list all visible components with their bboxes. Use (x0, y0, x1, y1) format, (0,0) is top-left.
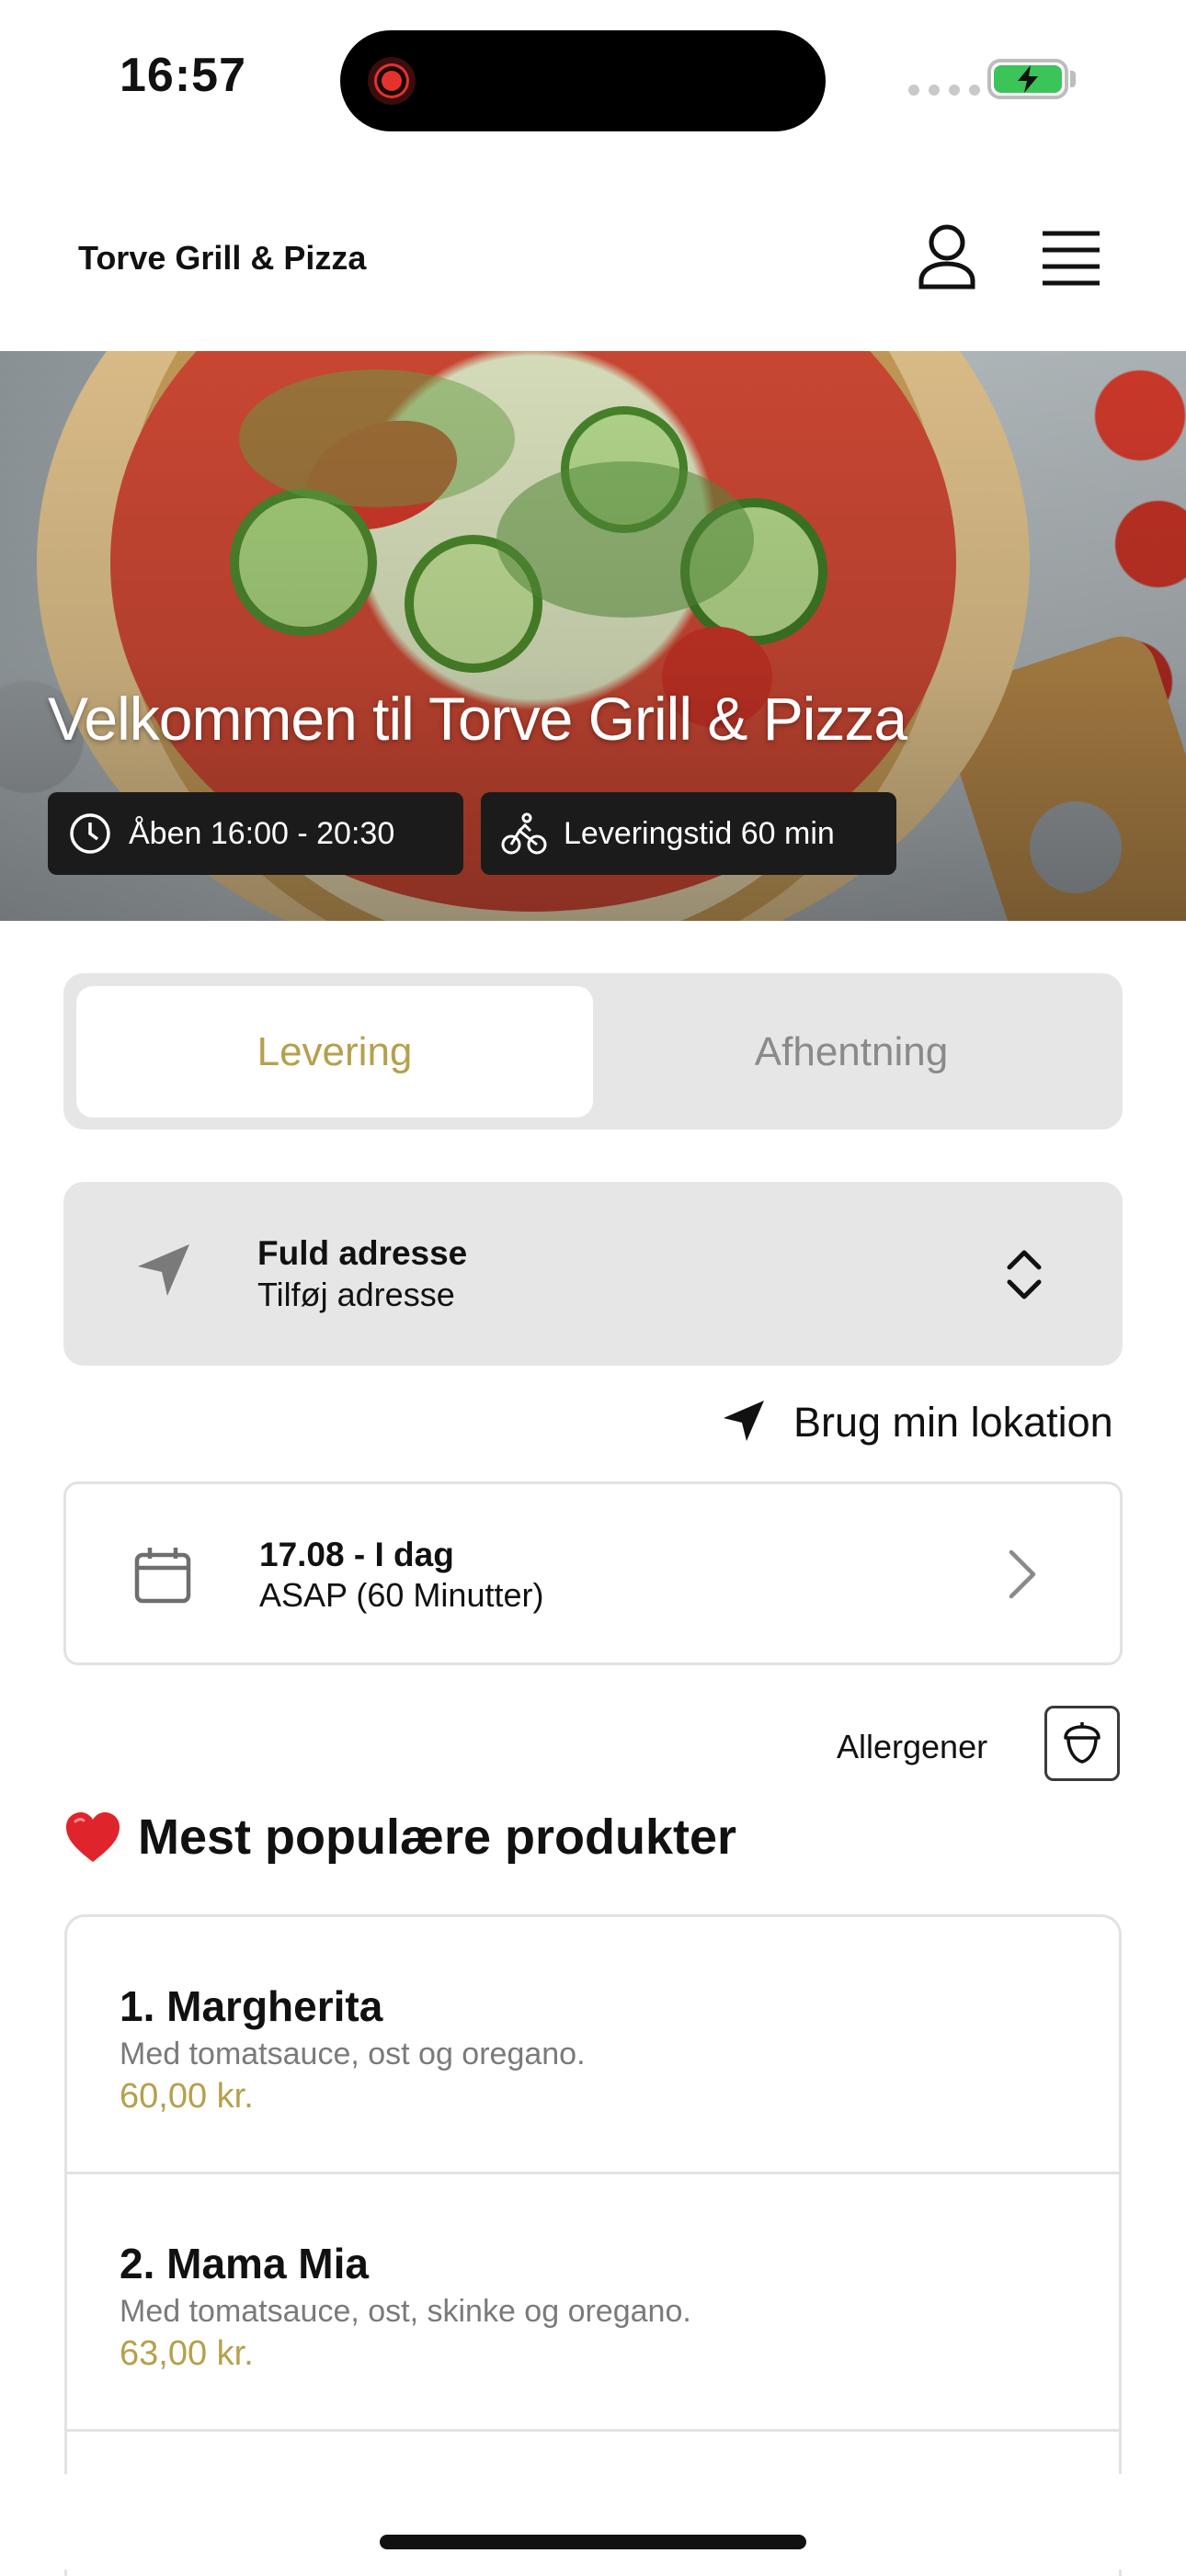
product-name: 2. Mama Mia (120, 2240, 369, 2287)
status-time: 16:57 (120, 49, 246, 102)
product-price: 60,00 kr. (120, 2077, 254, 2116)
product-description: Med tomatsauce, ost, skinke og oregano. (120, 2294, 691, 2329)
allergens-button[interactable] (1044, 1706, 1120, 1781)
allergens-label[interactable]: Allergener (837, 1728, 987, 1766)
heart-icon (66, 1812, 120, 1862)
opening-hours-chip: Åben 16:00 - 20:30 (48, 792, 463, 875)
hero-banner: Velkommen til Torve Grill & Pizza Åben 1… (0, 351, 1186, 921)
brand-title[interactable]: Torve Grill & Pizza (78, 239, 366, 278)
home-indicator[interactable] (380, 2535, 806, 2549)
menu-icon[interactable] (1041, 230, 1101, 287)
bottom-safe-area (0, 2474, 1186, 2570)
schedule-time: ASAP (60 Minutter) (259, 1576, 544, 1614)
battery-nub (1070, 71, 1076, 87)
user-icon[interactable] (910, 221, 984, 294)
address-subtitle: Tilføj adresse (257, 1276, 455, 1313)
signal-icon (908, 85, 980, 96)
welcome-title: Velkommen til Torve Grill & Pizza (48, 685, 907, 753)
tab-pickup[interactable]: Afhentning (593, 986, 1110, 1118)
opening-hours-text: Åben 16:00 - 20:30 (129, 815, 395, 851)
clock-icon (70, 813, 110, 854)
popular-products-heading: Mest populære produkter (64, 1809, 736, 1866)
delivery-time-chip: Leveringstid 60 min (481, 792, 896, 875)
address-title: Fuld adresse (257, 1234, 468, 1272)
delivery-time-text: Leveringstid 60 min (564, 815, 835, 851)
use-my-location-link[interactable]: Brug min lokation (793, 1399, 1113, 1447)
product-price: 63,00 kr. (120, 2334, 254, 2373)
calendar-icon (133, 1546, 192, 1605)
chevron-updown-icon (1002, 1245, 1046, 1304)
schedule-selector[interactable] (63, 1481, 1123, 1665)
bicycle-icon (501, 812, 547, 855)
chevron-right-icon (1004, 1549, 1041, 1600)
tab-delivery[interactable]: Levering (76, 986, 593, 1118)
acorn-icon (1064, 1722, 1100, 1764)
address-selector[interactable] (63, 1182, 1123, 1366)
product-name: 1. Margherita (120, 1982, 383, 2030)
navigation-arrow-icon (134, 1241, 193, 1299)
schedule-date: 17.08 - I dag (259, 1536, 454, 1573)
product-item[interactable]: 1. Margherita Med tomatsauce, ost og ore… (67, 1917, 1119, 2174)
battery-icon (987, 59, 1068, 99)
recording-indicator-icon (368, 57, 416, 105)
section-title-text: Mest populære produkter (138, 1810, 737, 1865)
location-arrow-icon[interactable] (722, 1399, 766, 1443)
product-description: Med tomatsauce, ost og oregano. (120, 2037, 586, 2071)
product-item[interactable]: 2. Mama Mia Med tomatsauce, ost, skinke … (67, 2174, 1119, 2432)
